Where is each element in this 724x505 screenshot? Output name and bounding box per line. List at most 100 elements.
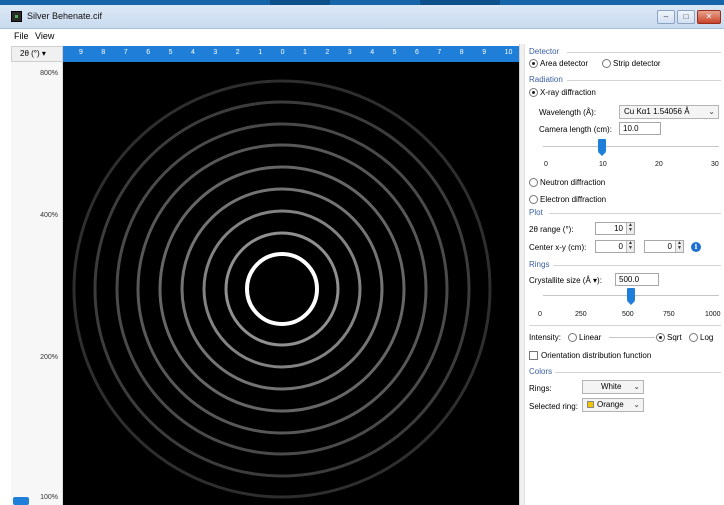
- spinner-arrows-icon[interactable]: ▲ ▼: [626, 241, 634, 252]
- scale-label: 750: [663, 311, 675, 318]
- ruler-tick-label: 5: [392, 49, 397, 56]
- spinner-arrows-icon[interactable]: ▲ ▼: [675, 241, 683, 252]
- ruler-tick-label: 1: [258, 49, 263, 56]
- crystallite-label: Crystallite size (Å ▾):: [529, 276, 602, 285]
- scale-label: 250: [575, 311, 587, 318]
- radio-icon: [656, 333, 665, 342]
- linear-radio[interactable]: Linear: [568, 333, 601, 342]
- diffraction-canvas[interactable]: [63, 62, 519, 505]
- scale-label: 30: [711, 161, 719, 168]
- section-detector: Detector: [529, 47, 560, 56]
- ruler-tick-label: 2: [325, 49, 330, 56]
- camera-slider-track[interactable]: [543, 146, 719, 147]
- neutron-radio[interactable]: Neutron diffraction: [529, 178, 605, 187]
- chevron-down-icon: ⌄: [708, 107, 715, 116]
- radio-icon: [529, 178, 538, 187]
- area-detector-radio[interactable]: Area detector: [529, 59, 588, 68]
- spinner-arrows-icon[interactable]: ▲ ▼: [626, 223, 634, 234]
- checkbox-icon: [529, 351, 538, 360]
- axis-unit-dropdown[interactable]: 2θ (°) ▾: [11, 46, 63, 62]
- crystallite-input[interactable]: 500.0: [615, 273, 659, 286]
- ruler-tick-label: 9: [79, 49, 83, 56]
- info-icon[interactable]: i: [691, 242, 701, 252]
- menu-bar: File View: [0, 29, 724, 44]
- rings-color-label: Rings:: [529, 384, 552, 393]
- camera-length-label: Camera length (cm):: [539, 125, 612, 134]
- settings-panel: Detector Area detector Strip detector Ra…: [524, 44, 724, 505]
- scale-label: 500: [622, 311, 634, 318]
- chevron-down-icon: ⌄: [633, 400, 640, 409]
- center-y-spinbox[interactable]: 0 ▲ ▼: [644, 240, 684, 253]
- center-x-spinbox[interactable]: 0 ▲ ▼: [595, 240, 635, 253]
- title-bar: Silver Behenate.cif – □ ✕: [0, 5, 724, 29]
- menu-view[interactable]: View: [35, 31, 54, 41]
- crystallite-slider-thumb[interactable]: [627, 288, 635, 305]
- diffraction-rings: [72, 79, 492, 499]
- section-plot: Plot: [529, 208, 543, 217]
- zoom-ruler[interactable]: 800% 400% 200% 100%: [11, 62, 63, 505]
- odf-checkbox[interactable]: Orientation distribution function: [529, 351, 651, 360]
- diffraction-ring[interactable]: [158, 165, 406, 413]
- section-radiation: Radiation: [529, 75, 563, 84]
- wavelength-select[interactable]: Cu Kα1 1.54056 Å ⌄: [619, 105, 719, 119]
- strip-detector-radio[interactable]: Strip detector: [602, 59, 661, 68]
- window-title: Silver Behenate.cif: [27, 11, 103, 21]
- radio-icon: [529, 195, 538, 204]
- ruler-tick-label: 5: [168, 49, 173, 56]
- radio-icon: [529, 59, 538, 68]
- rings-color-select[interactable]: White ⌄: [582, 380, 644, 394]
- diffraction-ring[interactable]: [72, 79, 492, 499]
- diffraction-ring[interactable]: [224, 231, 340, 347]
- range-label: 2θ range (°):: [529, 225, 574, 234]
- zoom-slider-handle[interactable]: [13, 497, 29, 505]
- xray-radio[interactable]: X-ray diffraction: [529, 88, 596, 97]
- log-radio[interactable]: Log: [689, 333, 713, 342]
- selected-ring-label: Selected ring:: [529, 402, 578, 411]
- radio-icon: [568, 333, 577, 342]
- ruler-tick-label: 0: [280, 49, 285, 56]
- color-swatch: [587, 401, 594, 408]
- left-margin: [0, 44, 11, 505]
- range-spinbox[interactable]: 10 ▲ ▼: [595, 222, 635, 235]
- zoom-level-label: 800%: [40, 70, 58, 77]
- center-label: Center x-y (cm):: [529, 243, 587, 252]
- radio-icon: [689, 333, 698, 342]
- menu-file[interactable]: File: [14, 31, 29, 41]
- selected-ring-color-select[interactable]: Orange ⌄: [582, 398, 644, 412]
- ruler-tick-label: 8: [459, 49, 464, 56]
- selected-ring[interactable]: [245, 252, 319, 326]
- ruler-tick-label: 10: [504, 49, 513, 56]
- ruler-tick-label: 8: [101, 49, 106, 56]
- minimize-button[interactable]: –: [657, 10, 675, 24]
- section-colors: Colors: [529, 367, 553, 376]
- sqrt-radio[interactable]: Sqrt: [656, 333, 682, 342]
- close-button[interactable]: ✕: [697, 10, 721, 24]
- radio-icon: [602, 59, 611, 68]
- intensity-slider-track[interactable]: [609, 337, 655, 338]
- scale-label: 0: [538, 311, 542, 318]
- scale-label: 1000: [705, 311, 721, 318]
- scale-label: 20: [655, 161, 663, 168]
- ruler-tick-label: 1: [303, 49, 307, 56]
- zoom-level-label: 200%: [40, 354, 58, 361]
- maximize-button[interactable]: □: [677, 10, 695, 24]
- section-rings: Rings: [529, 260, 550, 269]
- camera-length-input[interactable]: 10.0: [619, 122, 661, 135]
- ruler-tick-label: 3: [213, 49, 218, 56]
- wavelength-label: Wavelength (Å):: [539, 108, 597, 117]
- ruler-tick-label: 2: [235, 49, 240, 56]
- chevron-down-icon: ⌄: [633, 382, 640, 391]
- top-ruler: 9 8 7 6 5 4 3 2 1 0 1 2 3 4 5 6 7 8 9 10: [63, 46, 519, 62]
- app-icon: [11, 11, 22, 22]
- diffraction-ring[interactable]: [115, 122, 449, 456]
- camera-slider-thumb[interactable]: [597, 139, 606, 156]
- ruler-tick-label: 4: [191, 49, 195, 56]
- ruler-tick-label: 6: [146, 49, 151, 56]
- zoom-level-label: 100%: [40, 494, 58, 501]
- diffraction-ring[interactable]: [180, 187, 384, 391]
- ruler-tick-label: 7: [123, 49, 128, 56]
- ruler-tick-label: 3: [347, 49, 352, 56]
- scale-label: 10: [599, 161, 607, 168]
- electron-radio[interactable]: Electron diffraction: [529, 195, 606, 204]
- diffraction-ring[interactable]: [93, 100, 471, 478]
